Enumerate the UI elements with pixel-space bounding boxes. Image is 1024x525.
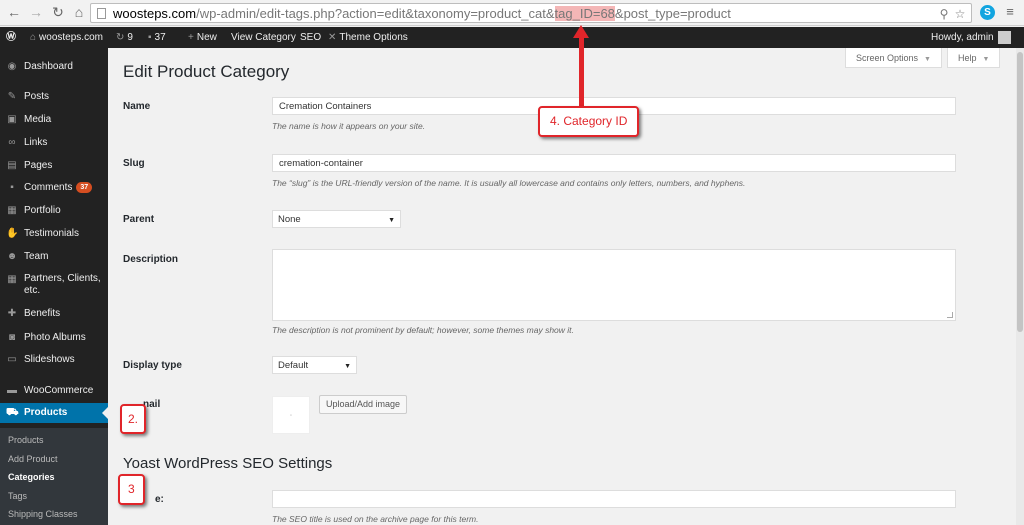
seo-title-description: The SEO title is used on the archive pag… [272,514,479,524]
parent-select[interactable]: None ▼ [272,210,401,228]
name-label: Name [123,101,151,112]
sidebar-item-team[interactable]: ☻ Team [0,247,108,267]
avatar [997,30,1011,44]
theme-options-link[interactable]: ✕ Theme Options [328,27,408,48]
help-button[interactable]: Help ▼ [947,48,1001,68]
upload-add-image-button[interactable]: Upload/Add image [319,395,408,414]
reload-icon[interactable]: ↻ [50,4,66,20]
home-icon: ⌂ [30,32,37,43]
cart-icon: ⛟ [6,407,19,418]
page-title: Edit Product Category [123,62,290,81]
sidebar-item-posts[interactable]: ✎ Posts [0,87,108,107]
submenu-add-product[interactable]: Add Product [8,452,58,466]
sidebar-item-dashboard[interactable]: ◉ Dashboard [0,57,108,77]
sidebar-item-photo-albums[interactable]: ◙ Photo Albums [0,328,108,348]
updates-icon: ↻ [116,32,125,43]
display-type-label: Display type [123,360,182,371]
updates-link[interactable]: ↻ 9 [116,27,133,48]
star-icon[interactable]: ☆ [953,7,967,21]
thumbnail-placeholder: ▫ [272,396,310,434]
submenu-shipping-classes[interactable]: Shipping Classes [8,507,78,521]
admin-bar: Ⓦ ⌂ woosteps.com ↻ 9 ▪ 37 + New View Categor… [0,27,1024,48]
sidebar-item-comments[interactable]: ▪ Comments 37 [0,178,108,198]
plus-icon: + [188,32,194,43]
name-description: The name is how it appears on your site. [272,121,426,131]
team-icon: ☻ [6,251,18,262]
seo-title-label: e: [155,494,164,505]
portfolio-icon: ▦ [7,205,17,216]
comments-count-badge: 37 [76,181,93,193]
triangle-down-icon: ▼ [982,56,990,63]
display-type-select[interactable]: Default ▼ [272,356,357,374]
admin-sidebar: ◉ Dashboard ✎ Posts ▣ Media ∞ Links ▤ Pages ▪… [0,48,108,525]
url-tag-id-highlight: tag_ID=68 [554,6,615,21]
sidebar-item-slideshows[interactable]: ▭ Slideshows [0,350,108,370]
sidebar-item-portfolio[interactable]: ▦ Portfolio [0,201,108,221]
sidebar-item-media[interactable]: ▣ Media [0,110,108,130]
home-icon[interactable]: ⌂ [71,4,87,20]
screen-options-button[interactable]: Screen Options ▼ [845,48,942,68]
new-content-link[interactable]: + New [188,27,217,48]
sidebar-item-pages[interactable]: ▤ Pages [0,156,108,176]
dashboard-icon: ◉ [7,61,17,72]
link-icon: ∞ [8,137,16,148]
wordpress-logo-icon[interactable]: Ⓦ [6,27,16,48]
annotation-arrow-shaft [579,36,584,106]
comment-icon: ▪ [148,32,152,43]
sidebar-item-testimonials[interactable]: ✋ Testimonials [0,224,108,244]
seo-link[interactable]: SEO [300,27,321,48]
wrench-icon: ✕ [328,32,337,43]
user-account-menu[interactable]: Howdy, admin [931,27,1011,48]
comment-icon: ▪ [10,182,14,193]
annotation-step-2: 2. [120,404,147,434]
description-textarea[interactable] [272,249,956,321]
triangle-down-icon: ▼ [344,363,351,370]
site-name-link[interactable]: ⌂ woosteps.com [30,27,103,48]
description-label: Description [123,254,179,265]
grid-icon: ▦ [7,274,17,285]
pages-icon: ▤ [7,160,17,171]
sidebar-item-products[interactable]: ⛟ Products [0,403,108,423]
parent-label: Parent [123,214,155,225]
search-icon[interactable]: ⚲ [937,7,951,21]
url-text: woosteps.com/wp-admin/edit-tags.php?acti… [113,6,731,21]
description-help: The description is not prominent by defa… [272,325,574,335]
page-icon [97,8,106,19]
thumbs-up-icon: ✋ [6,228,19,239]
scrollbar-thumb[interactable] [1017,52,1023,332]
triangle-down-icon: ▼ [388,217,395,224]
triangle-down-icon: ▼ [924,56,931,63]
slug-input[interactable]: cremation-container [272,154,956,172]
view-category-link[interactable]: View Category [231,27,296,48]
sidebar-item-partners[interactable]: ▦ Partners, Clients, etc. [0,271,108,299]
monitor-icon: ▭ [7,354,17,365]
browser-toolbar: ← → ↻ ⌂ woosteps.com/wp-admin/edit-tags.… [0,0,1024,26]
slug-label: Slug [123,158,145,169]
address-bar[interactable]: woosteps.com/wp-admin/edit-tags.php?acti… [90,3,972,23]
sidebar-item-links[interactable]: ∞ Links [0,133,108,153]
annotation-category-id: 4. Category ID [538,106,640,137]
pin-icon: ✎ [7,91,17,102]
submenu-products[interactable]: Products [8,433,44,447]
camera-icon: ◙ [8,332,16,343]
submenu-categories[interactable]: Categories [8,470,55,484]
woocommerce-icon: ▬ [7,385,17,396]
seo-title-input[interactable] [272,490,956,508]
skype-extension-icon[interactable]: S [980,5,995,20]
plus-icon: ✚ [7,308,17,319]
forward-arrow-icon[interactable]: → [28,4,44,20]
submenu-tags[interactable]: Tags [8,489,27,503]
comments-link[interactable]: ▪ 37 [148,27,166,48]
seo-section-title: Yoast WordPress SEO Settings [123,455,333,472]
media-icon: ▣ [7,114,17,125]
products-submenu: Products Add Product Categories Tags Shi… [0,428,108,525]
back-arrow-icon[interactable]: ← [6,4,22,20]
slug-description: The “slug” is the URL-friendly version o… [272,178,746,188]
annotation-step-3: 3 [118,474,145,505]
hamburger-menu-icon[interactable]: ≡ [1003,5,1017,19]
resize-handle[interactable] [947,312,953,318]
sidebar-item-woocommerce[interactable]: ▬ WooCommerce [0,381,108,401]
sidebar-item-benefits[interactable]: ✚ Benefits [0,304,108,324]
